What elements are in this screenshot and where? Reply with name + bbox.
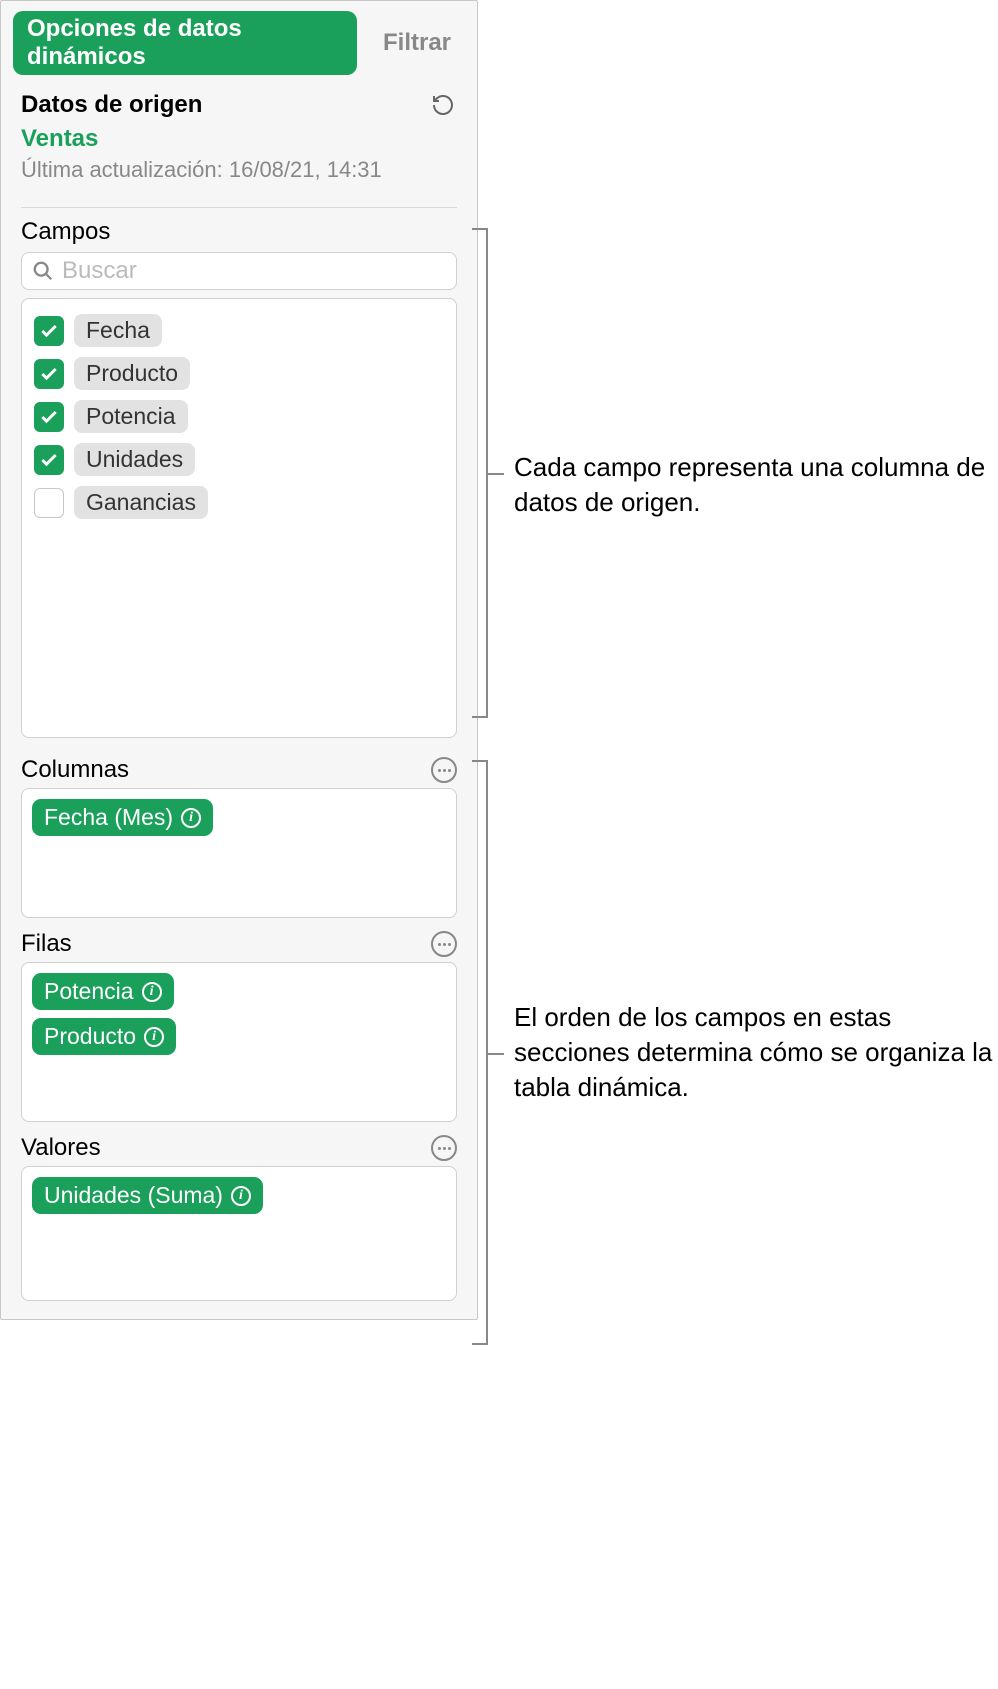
pill-unidades-suma[interactable]: Unidades (Suma) i (32, 1177, 263, 1214)
field-checkbox[interactable] (34, 316, 64, 346)
field-checkbox[interactable] (34, 488, 64, 518)
fields-section: Campos Fecha (1, 208, 477, 748)
bracket-icon (486, 228, 488, 718)
field-chip[interactable]: Producto (74, 357, 190, 390)
field-item[interactable]: Fecha (32, 309, 446, 352)
pill-fecha-mes[interactable]: Fecha (Mes) i (32, 799, 213, 836)
rows-dropzone[interactable]: Potencia i Producto i (21, 962, 457, 1122)
pill-producto[interactable]: Producto i (32, 1018, 176, 1055)
source-data-title: Datos de origen (21, 91, 202, 119)
last-update-text: Última actualización: 16/08/21, 14:31 (21, 157, 457, 183)
search-box[interactable] (21, 252, 457, 290)
field-item[interactable]: Producto (32, 352, 446, 395)
columns-dropzone[interactable]: Fecha (Mes) i (21, 788, 457, 918)
field-checkbox[interactable] (34, 445, 64, 475)
source-data-section: Datos de origen Ventas Última actualizac… (1, 81, 477, 193)
values-zone: Valores Unidades (Suma) i (1, 1126, 477, 1319)
tab-filter[interactable]: Filtrar (369, 25, 465, 61)
pill-label: Potencia (44, 978, 134, 1005)
pill-potencia[interactable]: Potencia i (32, 973, 174, 1010)
search-input[interactable] (62, 257, 446, 285)
field-chip[interactable]: Unidades (74, 443, 195, 476)
field-checkbox[interactable] (34, 359, 64, 389)
search-icon (32, 260, 54, 282)
field-checkbox[interactable] (34, 402, 64, 432)
info-icon[interactable]: i (142, 982, 162, 1002)
bracket-icon (486, 760, 488, 1345)
pill-label: Unidades (Suma) (44, 1182, 223, 1209)
rows-zone: Filas Potencia i Producto i (1, 922, 477, 1126)
field-chip[interactable]: Fecha (74, 314, 162, 347)
tab-bar: Opciones de datos dinámicos Filtrar (1, 1, 477, 81)
more-icon[interactable] (431, 931, 457, 957)
pill-label: Fecha (Mes) (44, 804, 173, 831)
callout-fields: Cada campo representa una columna de dat… (514, 450, 994, 520)
more-icon[interactable] (431, 1135, 457, 1161)
rows-label: Filas (21, 930, 72, 958)
refresh-icon[interactable] (429, 91, 457, 119)
field-chip[interactable]: Potencia (74, 400, 188, 433)
field-item[interactable]: Unidades (32, 438, 446, 481)
pivot-options-panel: Opciones de datos dinámicos Filtrar Dato… (0, 0, 478, 1320)
fields-label: Campos (21, 218, 457, 246)
callout-zones: El orden de los campos en estas seccione… (514, 1000, 994, 1105)
info-icon[interactable]: i (144, 1027, 164, 1047)
field-chip[interactable]: Ganancias (74, 486, 208, 519)
columns-label: Columnas (21, 756, 129, 784)
field-list: Fecha Producto Potencia (21, 298, 457, 738)
values-dropzone[interactable]: Unidades (Suma) i (21, 1166, 457, 1301)
tab-pivot-options[interactable]: Opciones de datos dinámicos (13, 11, 357, 75)
info-icon[interactable]: i (231, 1186, 251, 1206)
more-icon[interactable] (431, 757, 457, 783)
info-icon[interactable]: i (181, 808, 201, 828)
field-item[interactable]: Potencia (32, 395, 446, 438)
field-item[interactable]: Ganancias (32, 481, 446, 524)
source-data-name[interactable]: Ventas (21, 125, 457, 153)
pill-label: Producto (44, 1023, 136, 1050)
values-label: Valores (21, 1134, 101, 1162)
columns-zone: Columnas Fecha (Mes) i (1, 748, 477, 922)
